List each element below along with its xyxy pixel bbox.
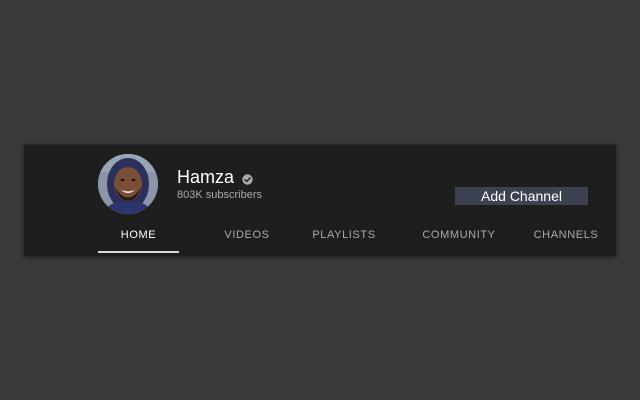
tab-videos[interactable]: VIDEOS <box>202 217 292 253</box>
channel-title-row: Hamza <box>177 166 253 188</box>
active-tab-indicator <box>98 251 179 253</box>
channel-avatar[interactable] <box>98 154 158 214</box>
avatar-image <box>98 154 158 214</box>
tab-playlists[interactable]: PLAYLISTS <box>296 217 392 253</box>
channel-name: Hamza <box>177 167 235 187</box>
tab-channels[interactable]: CHANNELS <box>516 217 616 253</box>
subscriber-count: 803K subscribers <box>177 189 262 201</box>
tab-home[interactable]: HOME <box>98 217 179 253</box>
add-channel-button[interactable]: Add Channel <box>455 187 588 205</box>
tab-community[interactable]: COMMUNITY <box>404 217 514 253</box>
verified-check-icon <box>242 172 253 185</box>
page: Hamza 803K subscribers Add Channel HOME … <box>0 0 640 400</box>
channel-header: Hamza 803K subscribers Add Channel HOME … <box>24 144 616 256</box>
channel-tabs: HOME VIDEOS PLAYLISTS COMMUNITY CHANNELS <box>98 217 598 253</box>
